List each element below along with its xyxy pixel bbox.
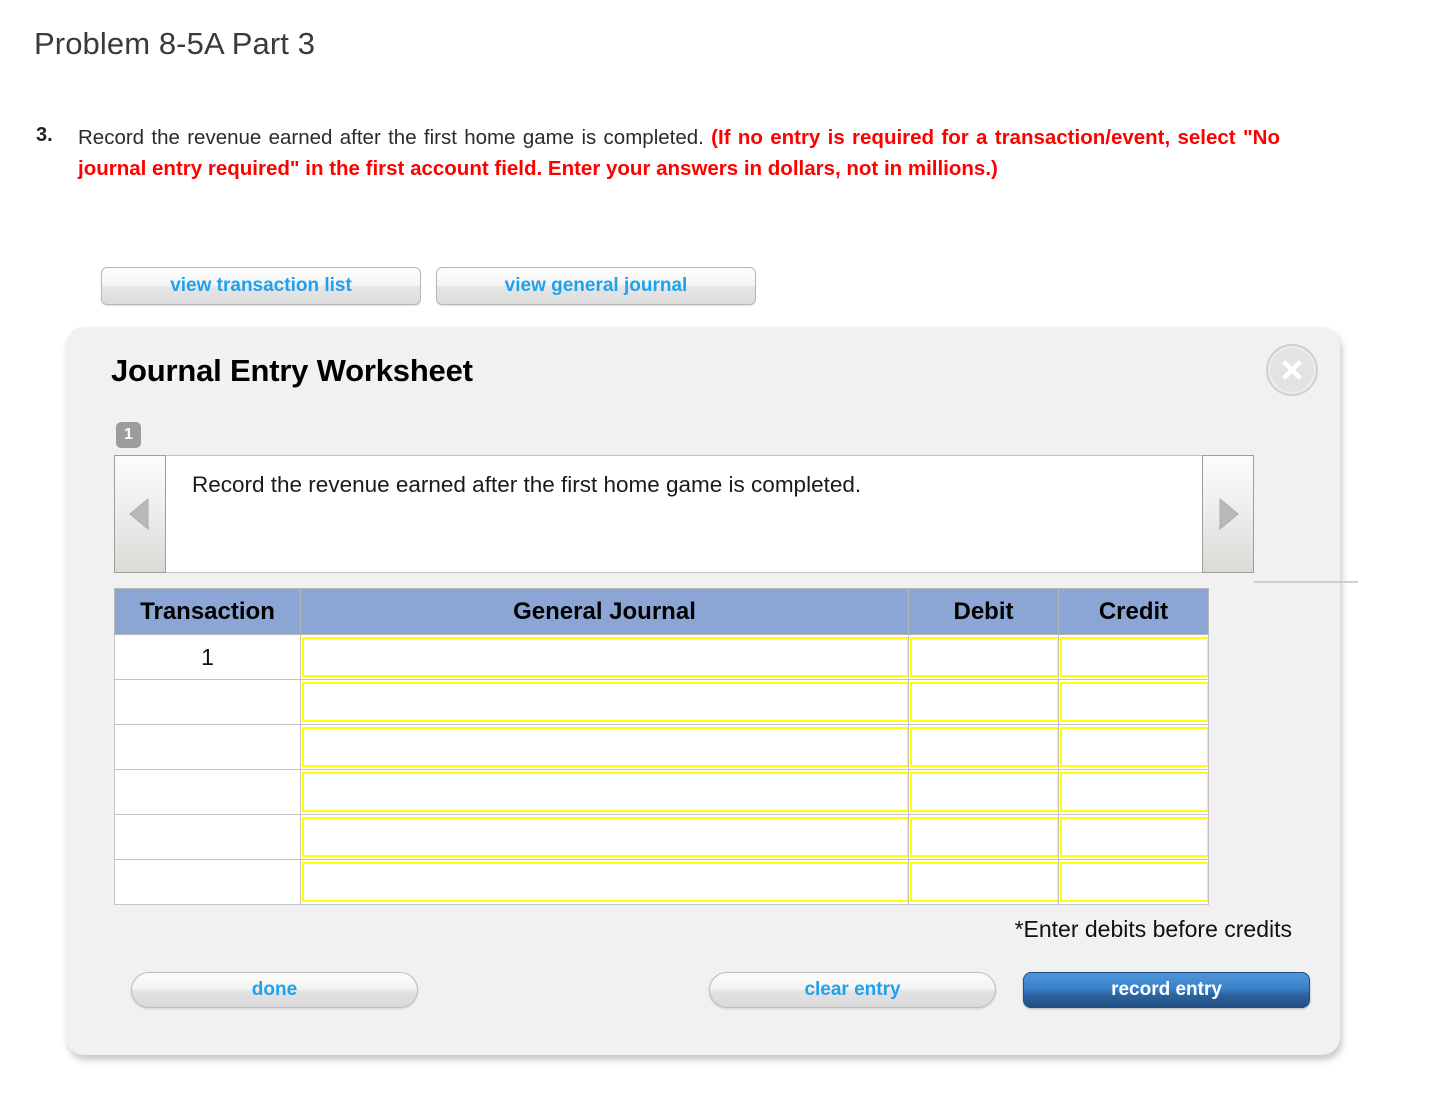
general-journal-input[interactable] bbox=[302, 817, 909, 857]
credit-cell bbox=[1058, 724, 1209, 770]
credit-input[interactable] bbox=[1060, 682, 1209, 722]
transaction-cell bbox=[114, 769, 301, 815]
general-journal-cell bbox=[300, 769, 909, 815]
general-journal-input[interactable] bbox=[302, 682, 909, 722]
credit-input[interactable] bbox=[1060, 772, 1209, 812]
debit-cell bbox=[908, 859, 1059, 905]
general-journal-input[interactable] bbox=[302, 772, 909, 812]
prompt-text: Record the revenue earned after the firs… bbox=[166, 455, 1202, 573]
general-journal-cell bbox=[300, 634, 909, 680]
transaction-cell bbox=[114, 679, 301, 725]
record-entry-button[interactable]: record entry bbox=[1023, 972, 1310, 1008]
credit-input[interactable] bbox=[1060, 637, 1209, 677]
debit-cell bbox=[908, 724, 1059, 770]
table-row bbox=[114, 859, 1209, 905]
debit-cell bbox=[908, 634, 1059, 680]
credit-cell bbox=[1058, 769, 1209, 815]
general-journal-input[interactable] bbox=[302, 727, 909, 767]
step-badge: 1 bbox=[116, 422, 141, 448]
debits-before-credits-note: *Enter debits before credits bbox=[1014, 916, 1292, 942]
worksheet-title: Journal Entry Worksheet bbox=[111, 353, 473, 388]
view-general-journal-button[interactable]: view general journal bbox=[436, 267, 756, 305]
general-journal-input[interactable] bbox=[302, 862, 909, 902]
general-journal-input[interactable] bbox=[302, 637, 909, 677]
debit-input[interactable] bbox=[910, 817, 1059, 857]
credit-input[interactable] bbox=[1060, 817, 1209, 857]
transaction-cell: 1 bbox=[114, 634, 301, 680]
general-journal-cell bbox=[300, 679, 909, 725]
view-transaction-list-button[interactable]: view transaction list bbox=[101, 267, 421, 305]
credit-cell bbox=[1058, 859, 1209, 905]
close-icon[interactable] bbox=[1266, 344, 1318, 396]
debit-input[interactable] bbox=[910, 637, 1059, 677]
column-header-debit: Debit bbox=[908, 588, 1059, 635]
journal-entry-worksheet-panel: Journal Entry Worksheet 1 Record the rev… bbox=[66, 327, 1358, 1055]
column-header-transaction: Transaction bbox=[114, 588, 301, 635]
question-text: Record the revenue earned after the firs… bbox=[78, 122, 1280, 184]
table-row bbox=[114, 724, 1209, 770]
credit-cell bbox=[1058, 634, 1209, 680]
question-text-plain: Record the revenue earned after the firs… bbox=[78, 126, 704, 149]
general-journal-cell bbox=[300, 814, 909, 860]
question-block: 3. Record the revenue earned after the f… bbox=[36, 122, 1280, 184]
table-row: 1 bbox=[114, 634, 1209, 680]
transaction-cell bbox=[114, 859, 301, 905]
credit-input[interactable] bbox=[1060, 727, 1209, 767]
table-row bbox=[114, 814, 1209, 860]
debit-input[interactable] bbox=[910, 727, 1059, 767]
divider bbox=[1254, 581, 1358, 583]
credit-input[interactable] bbox=[1060, 862, 1209, 902]
credit-cell bbox=[1058, 679, 1209, 725]
table-row bbox=[114, 679, 1209, 725]
debit-cell bbox=[908, 679, 1059, 725]
general-journal-cell bbox=[300, 724, 909, 770]
column-header-credit: Credit bbox=[1058, 588, 1209, 635]
transaction-cell bbox=[114, 814, 301, 860]
prompt-row: Record the revenue earned after the firs… bbox=[114, 455, 1254, 573]
table-header-row: Transaction General Journal Debit Credit bbox=[114, 588, 1209, 635]
table-row bbox=[114, 769, 1209, 815]
done-button[interactable]: done bbox=[131, 972, 418, 1008]
debit-cell bbox=[908, 814, 1059, 860]
question-number: 3. bbox=[36, 124, 53, 146]
worksheet-action-bar: done clear entry record entry bbox=[66, 972, 1340, 1012]
transaction-cell bbox=[114, 724, 301, 770]
next-arrow-icon[interactable] bbox=[1202, 455, 1254, 573]
debit-cell bbox=[908, 769, 1059, 815]
previous-arrow-icon[interactable] bbox=[114, 455, 166, 573]
column-header-general-journal: General Journal bbox=[300, 588, 909, 635]
general-journal-cell bbox=[300, 859, 909, 905]
debit-input[interactable] bbox=[910, 682, 1059, 722]
clear-entry-button[interactable]: clear entry bbox=[709, 972, 996, 1008]
page-title: Problem 8-5A Part 3 bbox=[34, 26, 316, 61]
debit-input[interactable] bbox=[910, 772, 1059, 812]
debit-input[interactable] bbox=[910, 862, 1059, 902]
journal-entry-table: Transaction General Journal Debit Credit… bbox=[114, 588, 1209, 905]
credit-cell bbox=[1058, 814, 1209, 860]
view-tabs: view transaction list view general journ… bbox=[101, 267, 756, 305]
